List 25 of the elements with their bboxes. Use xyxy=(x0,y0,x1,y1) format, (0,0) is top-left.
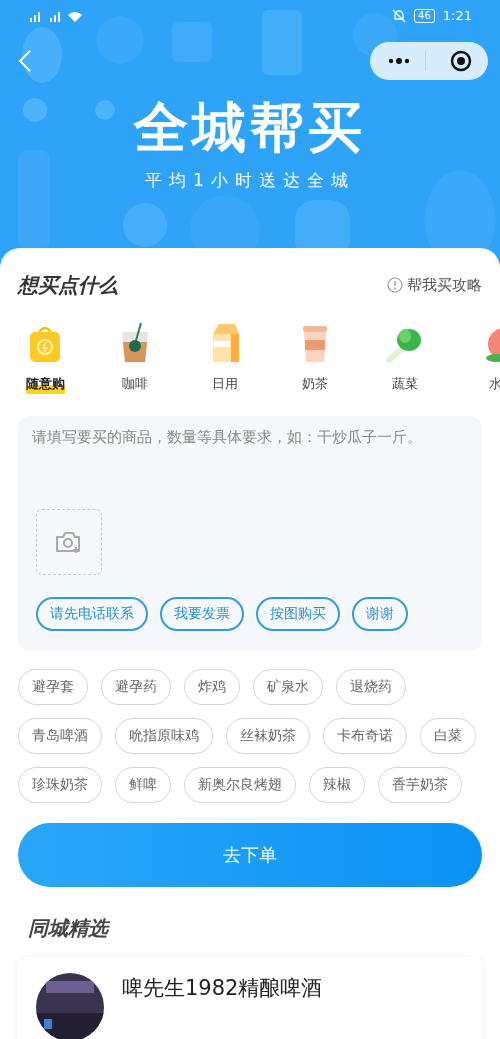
category-item[interactable]: 咖啡 xyxy=(108,322,162,394)
quick-reply-chip[interactable]: 按图购买 xyxy=(256,596,340,631)
bell-off-icon xyxy=(392,9,407,23)
shopping-bag-icon xyxy=(27,324,63,364)
category-item[interactable]: 奶茶 xyxy=(288,322,342,394)
close-target-icon[interactable] xyxy=(450,50,472,72)
hero-title: 全城帮买 xyxy=(134,98,366,158)
status-time: 1:21 xyxy=(442,7,472,26)
battery-level: 46 xyxy=(414,9,435,23)
request-input[interactable]: 请填写要买的商品，数量等具体要求，如：干炒瓜子一斤。 xyxy=(32,425,468,488)
back-icon[interactable] xyxy=(18,49,32,73)
capsule-menu[interactable] xyxy=(370,42,488,80)
quick-reply-chip[interactable]: 请先电话联系 xyxy=(36,596,148,631)
hero-subtitle: 平均1小时送达全城 xyxy=(145,169,355,192)
section-title: 想买点什么 xyxy=(18,272,118,299)
quick-reply-chip[interactable]: 谢谢 xyxy=(352,596,408,631)
shop-name: 啤先生1982精酿啤酒 xyxy=(122,974,323,1002)
info-icon xyxy=(387,277,403,293)
featured-title: 同城精选 xyxy=(28,915,108,940)
category-item[interactable]: 蔬菜 xyxy=(378,322,432,394)
category-item[interactable]: 日用 xyxy=(198,322,252,394)
guide-link[interactable]: 帮我买攻略 xyxy=(407,273,482,297)
shop-card[interactable]: 啤先生1982精酿啤酒 xyxy=(18,956,482,1039)
quick-reply-chip[interactable]: 我要发票 xyxy=(160,596,244,631)
more-icon[interactable] xyxy=(387,57,411,65)
